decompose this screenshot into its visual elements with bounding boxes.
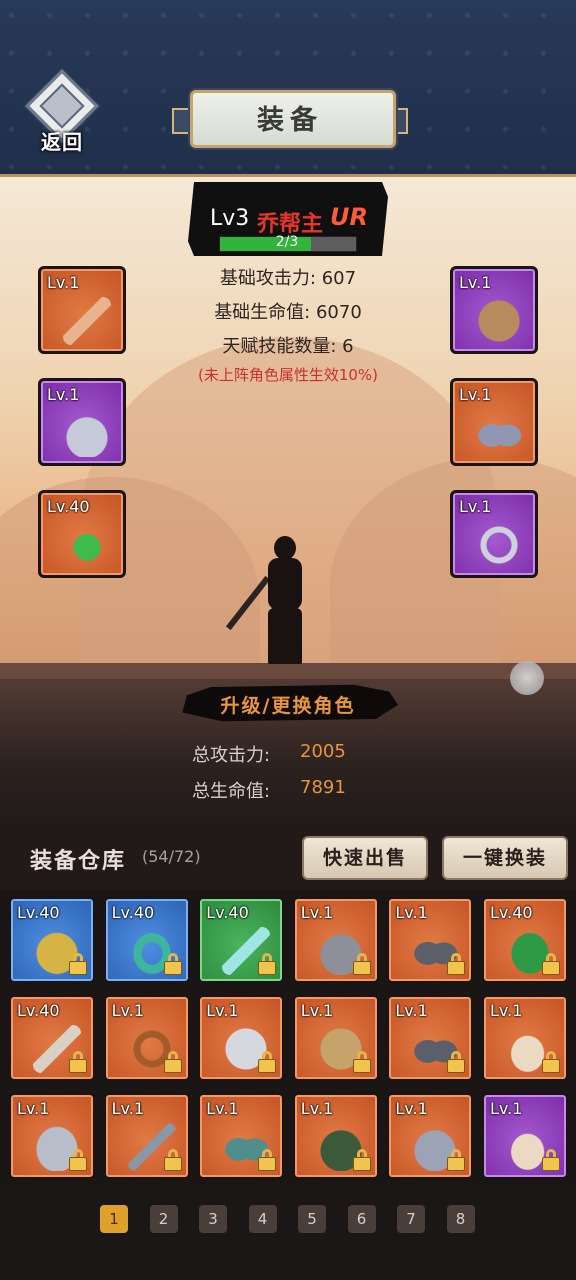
warehouse-item[interactable]: Lv.40 bbox=[102, 896, 191, 984]
item-level: Lv.1 bbox=[300, 1099, 334, 1118]
page-button-8[interactable]: 8 bbox=[446, 1205, 475, 1233]
item-level: Lv.40 bbox=[490, 903, 533, 922]
warehouse-item[interactable]: Lv.1 bbox=[291, 1092, 380, 1180]
page-title: 装备 bbox=[257, 105, 323, 136]
lock-icon bbox=[258, 1149, 277, 1171]
equip-slot-boots[interactable]: Lv.1 bbox=[450, 378, 538, 466]
item-level: Lv.1 bbox=[300, 903, 334, 922]
lock-icon bbox=[69, 1051, 87, 1073]
lock-icon bbox=[163, 1149, 182, 1171]
page-button-1[interactable]: 1 bbox=[100, 1205, 128, 1233]
lock-icon bbox=[447, 953, 466, 975]
slot-level: Lv.1 bbox=[459, 385, 492, 404]
item-level: Lv.1 bbox=[395, 1099, 428, 1118]
lock-icon bbox=[258, 953, 277, 975]
warehouse-count: (54/72) bbox=[142, 847, 201, 866]
ring-icon bbox=[475, 521, 523, 569]
item-level: Lv.1 bbox=[206, 1001, 239, 1020]
equip-slot-armor[interactable]: Lv.1 bbox=[450, 266, 538, 354]
lock-icon bbox=[352, 1051, 371, 1073]
warehouse-item[interactable]: Lv.1 bbox=[291, 994, 380, 1082]
equip-slot-helmet[interactable]: Lv.1 bbox=[38, 378, 126, 466]
item-level: Lv.1 bbox=[395, 1001, 428, 1020]
auto-equip-button[interactable]: 一键换装 bbox=[442, 836, 568, 880]
back-button[interactable]: 返回 bbox=[22, 69, 99, 154]
item-level: Lv.1 bbox=[395, 903, 428, 922]
warehouse-item[interactable]: Lv.40 bbox=[197, 896, 286, 984]
item-level: Lv.1 bbox=[490, 1099, 523, 1118]
lock-icon bbox=[542, 1051, 560, 1073]
item-level: Lv.1 bbox=[300, 1001, 334, 1020]
hero-silhouette bbox=[225, 530, 320, 666]
item-level: Lv.1 bbox=[111, 1099, 144, 1118]
item-level: Lv.40 bbox=[111, 903, 155, 922]
equip-slot-ring[interactable]: Lv.1 bbox=[450, 490, 538, 578]
total-hp-label: 总生命值: bbox=[192, 781, 271, 802]
title-plate: 装备 bbox=[172, 88, 408, 148]
lock-icon bbox=[542, 953, 560, 975]
item-level: Lv.40 bbox=[17, 1001, 60, 1020]
warehouse-item[interactable]: Lv.40 bbox=[8, 994, 96, 1082]
exp-text: 2/3 bbox=[275, 234, 299, 250]
page-button-2[interactable]: 2 bbox=[149, 1205, 178, 1233]
lock-icon bbox=[352, 1149, 371, 1171]
item-level: Lv.40 bbox=[17, 903, 60, 922]
upgrade-change-character-button[interactable]: 升级/更换角色 bbox=[178, 684, 398, 722]
lock-icon bbox=[447, 1149, 466, 1171]
character-level: Lv3 bbox=[210, 206, 250, 231]
page-button-3[interactable]: 3 bbox=[199, 1205, 227, 1233]
warehouse-item[interactable]: Lv.1 bbox=[481, 994, 569, 1082]
total-attack-value: 2005 bbox=[300, 741, 346, 762]
upgrade-button-label: 升级/更换角色 bbox=[220, 695, 356, 717]
page-button-7[interactable]: 7 bbox=[397, 1205, 425, 1233]
item-level: Lv.1 bbox=[111, 1001, 144, 1020]
total-attack-label: 总攻击力: bbox=[192, 745, 271, 766]
warehouse-item[interactable]: Lv.40 bbox=[481, 896, 569, 984]
lock-icon bbox=[258, 1051, 277, 1073]
warehouse-item[interactable]: Lv.1 bbox=[8, 1092, 96, 1180]
quick-sell-button[interactable]: 快速出售 bbox=[302, 836, 428, 880]
lock-icon bbox=[542, 1149, 560, 1171]
equip-slot-amulet[interactable]: Lv.40 bbox=[38, 490, 126, 578]
page-button-6[interactable]: 6 bbox=[347, 1205, 376, 1233]
warehouse-item[interactable]: Lv.1 bbox=[102, 1092, 191, 1180]
lock-icon bbox=[163, 1051, 182, 1073]
warehouse-item[interactable]: Lv.1 bbox=[386, 1092, 475, 1180]
warehouse-item[interactable]: Lv.1 bbox=[481, 1092, 569, 1180]
total-hp-value: 7891 bbox=[300, 777, 346, 798]
slot-level: Lv.1 bbox=[47, 273, 80, 292]
slot-level: Lv.1 bbox=[459, 497, 492, 516]
warehouse-item[interactable]: Lv.1 bbox=[386, 994, 475, 1082]
warehouse-item[interactable]: Lv.1 bbox=[197, 994, 286, 1082]
lock-icon bbox=[352, 953, 371, 975]
lock-icon bbox=[163, 953, 182, 975]
warehouse-title: 装备仓库 bbox=[30, 849, 127, 874]
page-button-5[interactable]: 5 bbox=[298, 1205, 326, 1233]
lock-icon bbox=[69, 953, 87, 975]
back-label: 返回 bbox=[41, 130, 83, 154]
armor-icon bbox=[475, 297, 523, 345]
boots-icon bbox=[475, 409, 523, 457]
lock-icon bbox=[447, 1051, 466, 1073]
warehouse-item[interactable]: Lv.1 bbox=[291, 896, 380, 984]
item-level: Lv.40 bbox=[206, 903, 249, 922]
slot-level: Lv.1 bbox=[47, 385, 80, 404]
item-level: Lv.1 bbox=[206, 1099, 239, 1118]
helmet-icon bbox=[63, 409, 111, 457]
item-level: Lv.1 bbox=[17, 1099, 50, 1118]
warehouse-item[interactable]: Lv.1 bbox=[386, 896, 475, 984]
warehouse-item[interactable]: Lv.1 bbox=[102, 994, 191, 1082]
floating-orb-button[interactable] bbox=[510, 661, 544, 695]
slot-level: Lv.40 bbox=[47, 497, 90, 516]
page-button-4[interactable]: 4 bbox=[248, 1205, 277, 1233]
equip-slot-weapon[interactable]: Lv.1 bbox=[38, 266, 126, 354]
warehouse-item[interactable]: Lv.1 bbox=[197, 1092, 286, 1180]
rarity-badge: UR bbox=[330, 203, 368, 231]
sword-icon bbox=[63, 297, 111, 345]
lock-icon bbox=[69, 1149, 87, 1171]
slot-level: Lv.1 bbox=[459, 273, 492, 292]
amulet-icon bbox=[63, 521, 111, 569]
warehouse-item[interactable]: Lv.40 bbox=[8, 896, 96, 984]
item-level: Lv.1 bbox=[490, 1001, 523, 1020]
